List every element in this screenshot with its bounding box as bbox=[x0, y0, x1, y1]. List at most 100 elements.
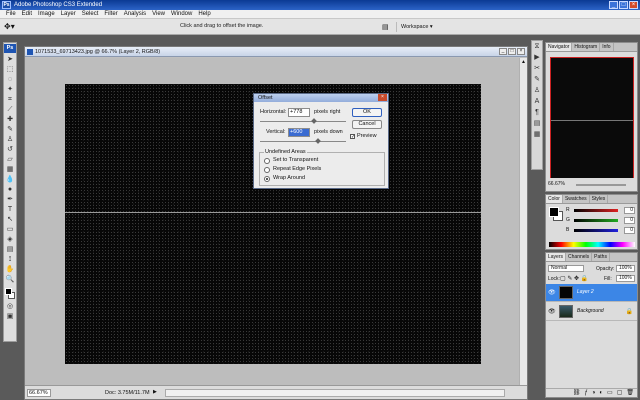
tab-info[interactable]: Info bbox=[600, 43, 614, 51]
crop-tool-icon[interactable]: ⌗ bbox=[4, 95, 16, 105]
layer-row-background[interactable]: 👁 Background 🔒 bbox=[546, 303, 637, 321]
menu-select[interactable]: Select bbox=[79, 10, 102, 18]
vertical-slider-track[interactable] bbox=[260, 141, 346, 142]
menu-layer[interactable]: Layer bbox=[58, 10, 79, 18]
pen-tool-icon[interactable]: ✒ bbox=[4, 195, 16, 205]
channel-b-value[interactable]: 0 bbox=[624, 227, 635, 234]
gradient-tool-icon[interactable]: ▦ bbox=[4, 165, 16, 175]
hand-tool-icon[interactable]: ✋ bbox=[4, 265, 16, 275]
layer-row-layer-2[interactable]: 👁 Layer 2 bbox=[546, 284, 637, 302]
clone-source-icon[interactable]: ♙ bbox=[532, 85, 542, 96]
menu-window[interactable]: Window bbox=[168, 10, 195, 18]
3d-rotate-tool-icon[interactable]: ◈ bbox=[4, 235, 16, 245]
channel-r-value[interactable]: 0 bbox=[624, 207, 635, 214]
move-tool-icon[interactable]: ➤ bbox=[4, 55, 16, 65]
layer-comps-icon[interactable]: ▤ bbox=[532, 118, 542, 129]
layer-style-icon[interactable]: ƒ bbox=[584, 389, 587, 397]
link-layers-icon[interactable]: ⛓ bbox=[573, 389, 581, 397]
clone-stamp-tool-icon[interactable]: ♙ bbox=[4, 135, 16, 145]
notes-tool-icon[interactable]: ▤ bbox=[4, 245, 16, 255]
doc-close-button[interactable]: × bbox=[517, 48, 525, 55]
horizontal-input[interactable]: +778 bbox=[288, 108, 310, 117]
path-selection-tool-icon[interactable]: ↖ bbox=[4, 215, 16, 225]
set-transparent-radio[interactable] bbox=[264, 158, 270, 164]
magic-wand-tool-icon[interactable]: ✦ bbox=[4, 85, 16, 95]
layer-name[interactable]: Background bbox=[577, 308, 604, 314]
vertical-scrollbar[interactable]: ▲ bbox=[519, 58, 527, 386]
zoom-tool-icon[interactable]: 🔍 bbox=[4, 275, 16, 285]
tab-paths[interactable]: Paths bbox=[592, 253, 610, 261]
status-menu-arrow-icon[interactable]: ▶ bbox=[153, 389, 157, 395]
scroll-up-icon[interactable]: ▲ bbox=[520, 58, 527, 66]
zoom-level-field[interactable]: 66.67% bbox=[27, 389, 51, 397]
dialog-close-button[interactable]: × bbox=[378, 94, 387, 101]
layer-name[interactable]: Layer 2 bbox=[577, 289, 594, 295]
repeat-edge-pixels-radio[interactable] bbox=[264, 167, 270, 173]
foreground-color-swatch[interactable] bbox=[5, 288, 12, 295]
layer-mask-icon[interactable]: ◑ bbox=[592, 389, 596, 397]
document-title-bar[interactable]: 1071533_69713423.jpg @ 66.7% (Layer 2, R… bbox=[25, 47, 527, 57]
menu-file[interactable]: File bbox=[3, 10, 19, 18]
tab-navigator[interactable]: Navigator bbox=[546, 43, 573, 51]
character-panel-icon[interactable]: A bbox=[532, 96, 542, 107]
layer-visibility-eye-icon[interactable]: 👁 bbox=[548, 289, 556, 296]
tab-histogram[interactable]: Histogram bbox=[572, 43, 601, 51]
blend-mode-select[interactable]: Normal bbox=[548, 265, 584, 272]
horizontal-slider-knob[interactable] bbox=[311, 118, 317, 124]
channel-b-slider[interactable] bbox=[574, 229, 618, 232]
fill-field[interactable]: 100% bbox=[616, 275, 635, 282]
screen-mode-icon[interactable]: ▣ bbox=[4, 312, 16, 322]
lasso-tool-icon[interactable]: ◌ bbox=[4, 75, 16, 85]
brushes-panel-icon[interactable]: ✎ bbox=[532, 74, 542, 85]
doc-maximize-button[interactable]: □ bbox=[508, 48, 516, 55]
tab-styles[interactable]: Styles bbox=[590, 195, 609, 203]
horizontal-slider-track[interactable] bbox=[260, 121, 346, 122]
tab-channels[interactable]: Channels bbox=[566, 253, 593, 261]
eraser-tool-icon[interactable]: ▱ bbox=[4, 155, 16, 165]
color-swatches[interactable] bbox=[4, 288, 16, 302]
close-button[interactable]: × bbox=[629, 1, 638, 9]
slice-tool-icon[interactable]: ⟋ bbox=[4, 105, 16, 115]
workspace-menu[interactable]: Workspace ▾ bbox=[396, 22, 437, 32]
navigator-zoom-value[interactable]: 66.67% bbox=[548, 181, 565, 187]
navigator-thumbnail[interactable] bbox=[550, 57, 634, 183]
navigator-zoom-slider[interactable] bbox=[576, 184, 626, 186]
eyedropper-tool-icon[interactable]: ⟟ bbox=[4, 255, 16, 265]
panel-toggle-icon[interactable]: ▤ bbox=[382, 23, 389, 31]
channel-g-value[interactable]: 0 bbox=[624, 217, 635, 224]
ok-button[interactable]: OK bbox=[352, 108, 382, 117]
healing-brush-tool-icon[interactable]: ✚ bbox=[4, 115, 16, 125]
menu-view[interactable]: View bbox=[149, 10, 168, 18]
channel-g-slider[interactable] bbox=[574, 219, 618, 222]
tab-color[interactable]: Color bbox=[546, 195, 563, 203]
preview-checkbox[interactable]: ✓ bbox=[350, 134, 355, 140]
color-panel-foreground-swatch[interactable] bbox=[549, 207, 559, 217]
vertical-slider-knob[interactable] bbox=[315, 138, 321, 144]
delete-layer-icon[interactable]: 🗑 bbox=[626, 389, 634, 397]
brush-tool-icon[interactable]: ✎ bbox=[4, 125, 16, 135]
cancel-button[interactable]: Cancel bbox=[352, 120, 382, 129]
new-group-icon[interactable]: ▭ bbox=[607, 389, 613, 397]
wrap-around-radio[interactable] bbox=[264, 176, 270, 182]
history-panel-icon[interactable]: ⧖ bbox=[532, 41, 542, 52]
shape-tool-icon[interactable]: ▭ bbox=[4, 225, 16, 235]
lock-options-icon[interactable]: ▢ ✎ ✥ 🔒 bbox=[560, 275, 588, 282]
doc-minimize-button[interactable]: _ bbox=[499, 48, 507, 55]
actions-panel-icon[interactable]: ▶ bbox=[532, 52, 542, 63]
move-tool-preset-icon[interactable]: ✥▾ bbox=[4, 22, 18, 32]
animation-panel-icon[interactable]: ▦ bbox=[532, 129, 542, 140]
channel-r-slider[interactable] bbox=[574, 209, 618, 212]
tool-presets-icon[interactable]: ✂ bbox=[532, 63, 542, 74]
vertical-input[interactable]: +600 bbox=[288, 128, 310, 137]
adjustment-layer-icon[interactable]: ◐ bbox=[599, 389, 603, 397]
paragraph-panel-icon[interactable]: ¶ bbox=[532, 107, 542, 118]
blur-tool-icon[interactable]: 💧 bbox=[4, 175, 16, 185]
color-spectrum-bar[interactable] bbox=[549, 242, 635, 247]
tab-swatches[interactable]: Swatches bbox=[563, 195, 590, 203]
type-tool-icon[interactable]: T bbox=[4, 205, 16, 215]
doc-size-info[interactable]: Doc: 3.75M/11.7M bbox=[105, 389, 150, 397]
quick-mask-icon[interactable]: ◎ bbox=[4, 302, 16, 312]
opacity-field[interactable]: 100% bbox=[616, 265, 635, 272]
history-brush-tool-icon[interactable]: ↺ bbox=[4, 145, 16, 155]
new-layer-icon[interactable]: ▢ bbox=[617, 389, 623, 397]
